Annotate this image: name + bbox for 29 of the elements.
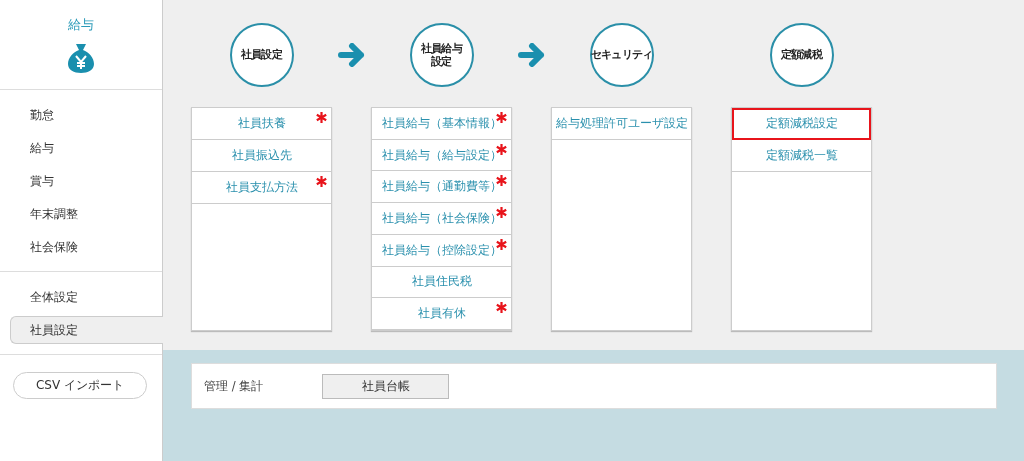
menu-link[interactable]: 社員給与（通勤費等） bbox=[372, 171, 511, 204]
ledger-button[interactable]: 社員台帳 bbox=[322, 373, 450, 399]
step-title: 定額減税 bbox=[781, 48, 822, 62]
section-label: 管理 / 集計 bbox=[204, 378, 264, 394]
csv-import-button[interactable]: CSV インポート bbox=[13, 372, 147, 399]
sidebar-item[interactable]: 年末調整 bbox=[10, 198, 163, 231]
sidebar-item[interactable]: 賞与 bbox=[10, 165, 163, 198]
menu-link[interactable]: 定額減税一覧 bbox=[732, 140, 871, 172]
sidebar-item[interactable]: 給与 bbox=[10, 132, 163, 165]
sidebar-item[interactable]: 社員設定 bbox=[10, 316, 163, 344]
menu-link[interactable]: 定額減税設定 bbox=[732, 108, 871, 140]
step-title: 社員給与 bbox=[421, 41, 462, 55]
menu-link[interactable]: 社員給与（社会保険） bbox=[372, 203, 511, 235]
step-title: 社員設定 bbox=[241, 48, 282, 62]
menu-link[interactable]: 社員給与（控除設定） bbox=[372, 234, 511, 267]
menu-link[interactable]: 社員住民税 bbox=[372, 266, 511, 299]
menu-link[interactable]: 社員支払方法 bbox=[192, 172, 331, 204]
menu-link[interactable]: 給与処理許可ユーザ設定 bbox=[552, 108, 691, 140]
menu-link[interactable]: 社員有休 bbox=[372, 298, 511, 331]
app-title: 給与 bbox=[68, 16, 94, 34]
sidebar-item[interactable]: 勤怠 bbox=[10, 99, 163, 132]
menu-link[interactable]: 社員扶養 bbox=[192, 108, 331, 140]
menu-link[interactable]: 社員給与（給与設定） bbox=[372, 139, 511, 172]
menu-link[interactable]: 社員振込先 bbox=[192, 140, 331, 172]
money-bag-icon bbox=[67, 43, 95, 73]
menu-link[interactable]: 社員給与（基本情報） bbox=[372, 108, 511, 140]
step-title: 設定 bbox=[431, 55, 452, 69]
sidebar-item[interactable]: 社会保険 bbox=[10, 231, 163, 264]
sidebar-item[interactable]: 全体設定 bbox=[10, 281, 163, 314]
